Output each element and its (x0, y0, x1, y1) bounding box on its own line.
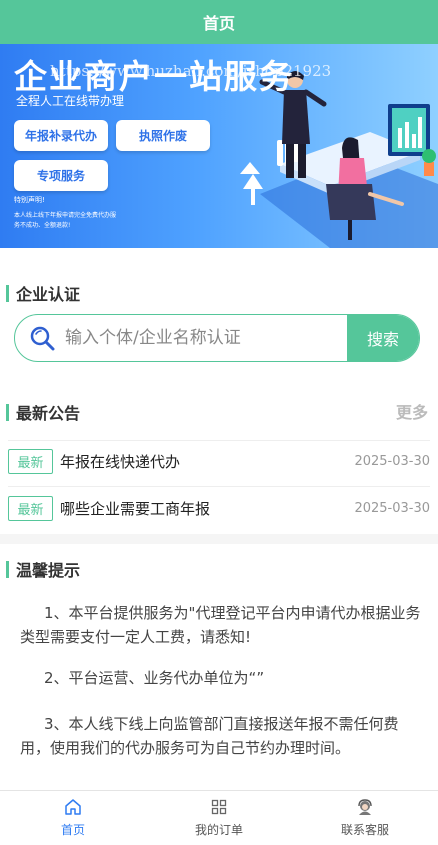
notice-item[interactable]: 最新 哪些企业需要工商年报 2025-03-30 (8, 485, 430, 531)
notice-item-date: 2025-03-30 (354, 453, 430, 469)
tab-label: 联系客服 (340, 823, 389, 837)
customer-service-icon (358, 799, 372, 815)
section-accent-bar (6, 403, 9, 421)
top-nav-bar: 首页 (0, 0, 438, 44)
tip-paragraph: 2、平台运营、业务代办单位为“” (44, 669, 265, 687)
grid-icon (211, 799, 227, 815)
section-gap (0, 534, 438, 544)
banner-watermark: https://www.huzhan.com/ishop21923 (50, 62, 332, 80)
notice-item-title: 哪些企业需要工商年报 (60, 499, 211, 518)
tip-paragraph: 3、本人线下线上向监管部门直接报送年报不需任何费用，使用我们的代办服务可为自己节… (20, 715, 399, 757)
new-badge: 最新 (8, 495, 53, 521)
search-button[interactable]: 搜索 (347, 315, 419, 361)
notice-item[interactable]: 最新 年报在线快递代办 2025-03-30 (8, 438, 430, 484)
license-cancel-button[interactable]: 执照作废 (116, 120, 210, 151)
notice-section-title: 最新公告 (6, 400, 80, 424)
bottom-tab-bar: 首页 我的订单 联系客服 (0, 790, 438, 845)
tips-section-title: 温馨提示 (6, 557, 80, 581)
search-icon (30, 326, 55, 351)
notice-title-text: 最新公告 (16, 404, 81, 423)
more-link[interactable]: 更多 (396, 399, 428, 423)
tips-title-text: 温馨提示 (16, 561, 81, 580)
special-service-button[interactable]: 专项服务 (14, 160, 108, 191)
tab-orders[interactable]: 我的订单 (146, 791, 292, 845)
promo-banner[interactable]: 企业商户一站服务 https://www.huzhan.com/ishop219… (0, 44, 438, 248)
banner-note: 本人线上线下年报申请完全免费代办服务不成功、全额退款! (14, 212, 117, 229)
annual-report-button[interactable]: 年报补录代办 (14, 120, 108, 151)
page-title: 首页 (202, 14, 235, 33)
tab-home[interactable]: 首页 (0, 791, 146, 845)
notice-item-date: 2025-03-30 (354, 500, 430, 516)
auth-title-text: 企业认证 (16, 285, 81, 304)
tab-label: 我的订单 (194, 823, 243, 837)
section-accent-bar (6, 560, 9, 578)
section-accent-bar (6, 284, 9, 302)
tip-paragraph: 1、本平台提供服务为"代理登记平台内申请代办根据业务类型需要支付一定人工费，请悉… (20, 604, 421, 646)
banner-subtitle: 全程人工在线带办理 (16, 94, 125, 108)
notice-item-title: 年报在线快递代办 (60, 452, 181, 471)
banner-note-title: 特别声明! (14, 196, 45, 204)
tab-label: 首页 (60, 823, 85, 837)
auth-section-title: 企业认证 (6, 281, 80, 305)
home-icon (65, 799, 81, 815)
new-badge: 最新 (8, 448, 53, 474)
tab-customer-service[interactable]: 联系客服 (292, 791, 438, 845)
search-bar: 搜索 (14, 314, 420, 362)
search-input[interactable] (65, 315, 347, 361)
